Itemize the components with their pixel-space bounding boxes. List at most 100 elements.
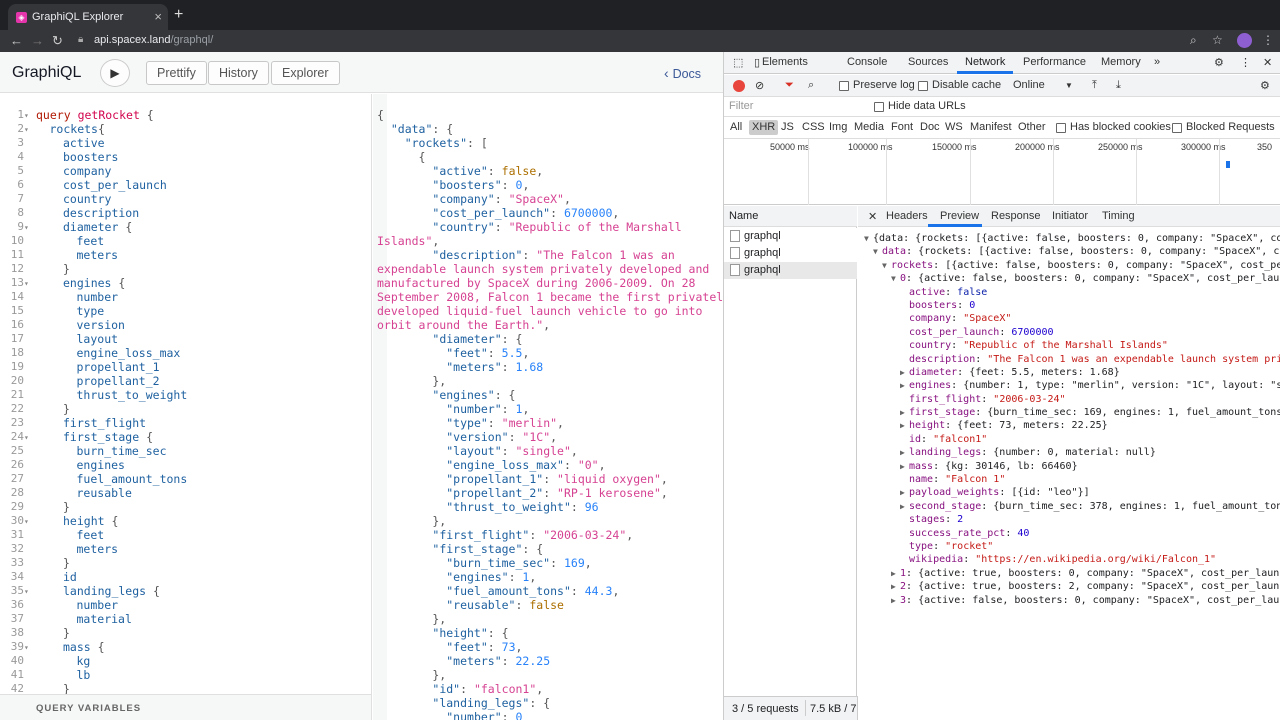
type-filter-manifest[interactable]: Manifest (970, 121, 1012, 133)
preview-tree-row[interactable]: ▼ 0: {active: false, boosters: 0, company… (858, 272, 1280, 285)
browser-menu-icon[interactable]: ⋮ (1262, 33, 1274, 47)
new-tab-icon[interactable]: + (174, 6, 183, 24)
collapsed-arrow-icon[interactable]: ▶ (891, 567, 900, 580)
request-row[interactable]: graphql (724, 262, 857, 279)
close-tab-icon[interactable]: × (154, 9, 162, 24)
expanded-arrow-icon[interactable]: ▼ (864, 232, 873, 245)
detail-tab-headers[interactable]: Headers (886, 210, 928, 222)
preview-tree-row[interactable]: ▶ engines: {number: 1, type: "merlin", ve… (858, 379, 1280, 392)
url-field[interactable]: 🔒︎ api.spacex.land/graphql/ (72, 31, 1192, 51)
forward-icon[interactable]: → (31, 33, 44, 48)
inspect-element-icon[interactable]: ⬚ (733, 56, 743, 69)
type-filter-xhr[interactable]: XHR (749, 120, 779, 135)
result-viewer[interactable]: ▾▾▾ { "data": { "rockets": [ { "active":… (373, 94, 723, 720)
fold-arrow-icon[interactable]: ▾ (24, 433, 29, 442)
hide-data-urls-checkbox[interactable] (874, 102, 884, 112)
type-filter-css[interactable]: CSS (802, 121, 825, 133)
fold-arrow-icon[interactable]: ▾ (24, 223, 29, 232)
query-editor[interactable]: 1 ▾ 2 ▾ 3 4 5 6 7 8 9 ▾ 10 11 12 13 ▾ 14 15 16 17 18 19 20 21 22 2… (0, 94, 372, 694)
zoom-icon[interactable]: ⌕ (1190, 33, 1197, 48)
query-variables-toggle[interactable]: QUERY VARIABLES (0, 694, 372, 720)
blocked-requests-checkbox[interactable] (1172, 123, 1182, 133)
devtools-menu-icon[interactable]: ⋮ (1240, 56, 1251, 69)
search-icon[interactable]: ⌕ (808, 79, 814, 92)
name-column-header[interactable]: Name (724, 206, 857, 227)
explorer-button[interactable]: Explorer (271, 61, 340, 85)
bookmark-star-icon[interactable]: ☆ (1212, 33, 1223, 47)
type-filter-doc[interactable]: Doc (920, 121, 940, 133)
preview-tree-row[interactable]: ▶ diameter: {feet: 5.5, meters: 1.68} (858, 366, 1280, 379)
fold-arrow-icon[interactable]: ▾ (24, 587, 29, 596)
collapsed-arrow-icon[interactable]: ▶ (900, 379, 909, 392)
type-filter-all[interactable]: All (730, 121, 742, 133)
expanded-arrow-icon[interactable]: ▼ (882, 259, 891, 272)
preview-tree-row[interactable]: ▶ second_stage: {burn_time_sec: 378, engi… (858, 500, 1280, 513)
preview-tree-row[interactable]: ▶ mass: {kg: 30146, lb: 66460} (858, 460, 1280, 473)
close-devtools-icon[interactable]: ✕ (1263, 56, 1272, 69)
preview-tree-row[interactable]: ▶ 3: {active: false, boosters: 0, company… (858, 594, 1280, 607)
expanded-arrow-icon[interactable]: ▼ (873, 245, 882, 258)
more-tabs-icon[interactable]: » (1154, 56, 1160, 68)
collapsed-arrow-icon[interactable]: ▶ (900, 446, 909, 459)
devtools-tab-console[interactable]: Console (847, 56, 887, 68)
type-filter-font[interactable]: Font (891, 121, 913, 133)
devtools-tab-sources[interactable]: Sources (908, 56, 948, 68)
collapsed-arrow-icon[interactable]: ▶ (900, 500, 909, 513)
profile-avatar[interactable] (1237, 33, 1252, 48)
detail-tab-initiator[interactable]: Initiator (1052, 210, 1088, 222)
preview-tree-row[interactable]: ▼ {data: {rockets: [{active: false, boost… (858, 232, 1280, 245)
has-blocked-cookies-checkbox[interactable] (1056, 123, 1066, 133)
network-settings-gear-icon[interactable]: ⚙ (1260, 79, 1270, 92)
collapsed-arrow-icon[interactable]: ▶ (900, 419, 909, 432)
type-filter-ws[interactable]: WS (945, 121, 963, 133)
type-filter-js[interactable]: JS (781, 121, 794, 133)
docs-button[interactable]: ‹ Docs (664, 65, 701, 81)
record-icon[interactable] (733, 80, 745, 92)
history-button[interactable]: History (208, 61, 269, 85)
settings-gear-icon[interactable]: ⚙ (1214, 56, 1224, 69)
preview-tree-row[interactable]: ▶ payload_weights: [{id: "leo"}] (858, 486, 1280, 499)
back-icon[interactable]: ← (10, 33, 23, 48)
preview-tree-row[interactable]: ▶ first_stage: {burn_time_sec: 169, engin… (858, 406, 1280, 419)
disable-cache-checkbox[interactable] (918, 81, 928, 91)
devtools-tab-memory[interactable]: Memory (1101, 56, 1141, 68)
preview-tree-row[interactable]: ▶ 2: {active: true, boosters: 2, company:… (858, 580, 1280, 593)
fold-arrow-icon[interactable]: ▾ (24, 125, 29, 134)
preview-tree-row[interactable]: ▶ height: {feet: 73, meters: 22.25} (858, 419, 1280, 432)
export-har-icon[interactable]: ⤓ (1116, 79, 1121, 92)
detail-tab-preview[interactable]: Preview (940, 210, 979, 222)
browser-tab[interactable]: ◈ GraphiQL Explorer × (8, 4, 168, 30)
clear-icon[interactable]: ⊘ (755, 79, 764, 92)
detail-tab-timing[interactable]: Timing (1102, 210, 1135, 222)
type-filter-other[interactable]: Other (1018, 121, 1046, 133)
collapsed-arrow-icon[interactable]: ▶ (900, 486, 909, 499)
reload-icon[interactable]: ↻ (52, 33, 63, 49)
preview-tree-row[interactable]: ▼ rockets: [{active: false, boosters: 0, … (858, 259, 1280, 272)
type-filter-media[interactable]: Media (854, 121, 884, 133)
collapsed-arrow-icon[interactable]: ▶ (900, 406, 909, 419)
collapsed-arrow-icon[interactable]: ▶ (891, 594, 900, 607)
execute-query-button[interactable]: ▶ (100, 59, 130, 87)
fold-arrow-icon[interactable]: ▾ (24, 643, 29, 652)
device-toolbar-icon[interactable]: ▯ (754, 56, 760, 69)
filter-input[interactable]: Filter (729, 100, 753, 112)
type-filter-img[interactable]: Img (829, 121, 847, 133)
network-overview-timeline[interactable]: 50000 ms 100000 ms 150000 ms 200000 ms 25000… (724, 139, 1280, 205)
devtools-tab-elements[interactable]: Elements (762, 56, 808, 68)
expanded-arrow-icon[interactable]: ▼ (891, 272, 900, 285)
fold-arrow-icon[interactable]: ▾ (24, 517, 29, 526)
import-har-icon[interactable]: ⤒ (1092, 79, 1097, 92)
preview-tree-row[interactable]: ▼ data: {rockets: [{active: false, booste… (858, 245, 1280, 258)
close-detail-icon[interactable]: ✕ (868, 210, 877, 223)
collapsed-arrow-icon[interactable]: ▶ (900, 460, 909, 473)
throttle-select[interactable]: Online (1013, 79, 1045, 91)
request-row[interactable]: graphql (724, 245, 857, 262)
collapsed-arrow-icon[interactable]: ▶ (900, 366, 909, 379)
request-row[interactable]: graphql (724, 228, 857, 245)
fold-arrow-icon[interactable]: ▾ (24, 279, 29, 288)
devtools-tab-performance[interactable]: Performance (1023, 56, 1086, 68)
detail-tab-response[interactable]: Response (991, 210, 1041, 222)
devtools-tab-network[interactable]: Network (965, 56, 1005, 68)
collapsed-arrow-icon[interactable]: ▶ (891, 580, 900, 593)
preserve-log-checkbox[interactable] (839, 81, 849, 91)
